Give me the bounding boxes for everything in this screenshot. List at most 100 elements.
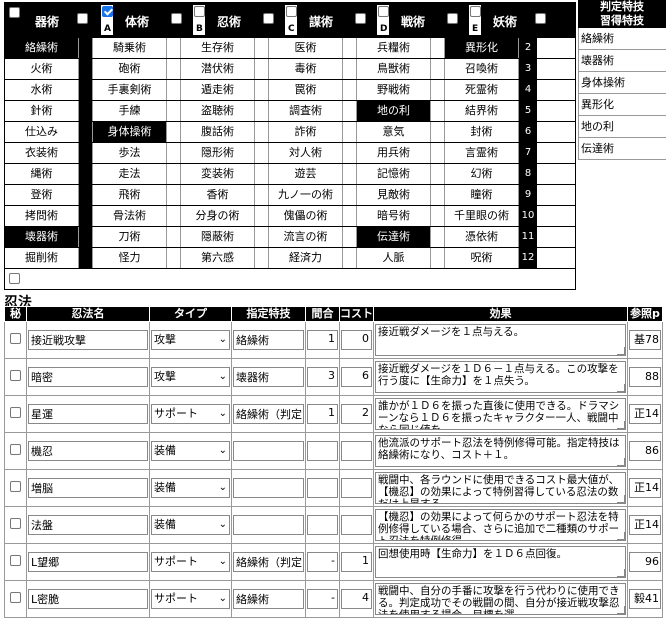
ninpo-ref-input[interactable]: 88 xyxy=(629,367,661,387)
gap-cell[interactable] xyxy=(255,248,269,268)
hidden-checkbox[interactable] xyxy=(10,555,21,566)
ninpo-range-input[interactable]: 1 xyxy=(307,404,338,424)
gap-cell[interactable] xyxy=(255,185,269,205)
skill-cell[interactable]: 召喚術 xyxy=(445,59,519,79)
ninpo-skill-input[interactable] xyxy=(233,478,304,498)
skill-cell[interactable]: 罠術 xyxy=(269,80,343,100)
skill-cell[interactable]: 騎乗術 xyxy=(93,38,167,58)
ninpo-skill-input[interactable]: 絡繰術（判定 xyxy=(233,404,304,424)
skill-cell[interactable]: 見敵術 xyxy=(357,185,431,205)
ninpo-ref-input[interactable]: 基78 xyxy=(629,330,661,350)
ninpo-range-input[interactable]: - xyxy=(307,552,338,572)
gap-d[interactable]: D xyxy=(376,4,390,36)
ninpo-skill-input[interactable]: 絡繰術（判定 xyxy=(233,552,304,572)
gap-cell[interactable] xyxy=(343,248,357,268)
gap-cell[interactable] xyxy=(167,206,181,226)
skill-cell[interactable]: 兵糧術 xyxy=(357,38,431,58)
skill-cell[interactable]: 身体操術 xyxy=(93,122,167,142)
gap-checkbox[interactable] xyxy=(286,6,297,17)
skill-cell[interactable]: 仕込み xyxy=(5,122,79,142)
skill-cell[interactable]: 潜伏術 xyxy=(181,59,255,79)
ninpo-name-input[interactable]: 法盤 xyxy=(28,515,148,535)
skill-cell[interactable]: 変装術 xyxy=(181,164,255,184)
gap-cell[interactable] xyxy=(343,206,357,226)
gap-cell[interactable] xyxy=(343,101,357,121)
category-checkbox[interactable] xyxy=(355,13,366,24)
ninpo-cost-input[interactable]: 2 xyxy=(341,404,372,424)
gap-cell[interactable] xyxy=(343,227,357,247)
gap-cell[interactable] xyxy=(255,122,269,142)
gap-cell[interactable] xyxy=(167,227,181,247)
skill-cell[interactable]: 水術 xyxy=(5,80,79,100)
ninpo-ref-input[interactable]: 正14 xyxy=(629,515,661,535)
hidden-checkbox[interactable] xyxy=(10,592,21,603)
skill-cell[interactable]: 刀術 xyxy=(93,227,167,247)
gap-cell[interactable] xyxy=(79,143,93,163)
category-checkbox[interactable] xyxy=(447,13,458,24)
gap-cell[interactable] xyxy=(79,80,93,100)
gap-cell[interactable] xyxy=(255,101,269,121)
ninpo-effect-textarea[interactable]: 接近戦ダメージを１点与える。 xyxy=(375,324,626,356)
skill-cell[interactable]: 暗号術 xyxy=(357,206,431,226)
gap-cell[interactable] xyxy=(343,80,357,100)
ninpo-name-input[interactable]: L望郷 xyxy=(28,552,148,572)
ninpo-range-input[interactable]: 1 xyxy=(307,330,338,350)
skill-cell[interactable]: 針術 xyxy=(5,101,79,121)
gap-checkbox[interactable] xyxy=(470,6,481,17)
gap-cell[interactable] xyxy=(167,122,181,142)
ninpo-cost-input[interactable]: 1 xyxy=(341,552,372,572)
skill-cell[interactable]: 絡繰術 xyxy=(5,38,79,58)
gap-b[interactable]: B xyxy=(192,4,206,36)
ninpo-name-input[interactable]: 接近戦攻撃 xyxy=(28,330,148,350)
gap-cell[interactable] xyxy=(431,164,445,184)
ninpo-type-select[interactable]: サポート ⌄ xyxy=(151,552,230,572)
skill-cell[interactable]: 詐術 xyxy=(269,122,343,142)
ninpo-range-input[interactable]: 3 xyxy=(307,367,338,387)
ninpo-skill-input[interactable]: 壊器術 xyxy=(233,367,304,387)
resize-grip-icon[interactable] xyxy=(617,569,625,577)
skill-cell[interactable]: 医術 xyxy=(269,38,343,58)
ninpo-range-input[interactable]: - xyxy=(307,589,338,609)
skill-cell[interactable]: 千里眼の術 xyxy=(445,206,519,226)
ninpo-ref-input[interactable]: 96 xyxy=(629,552,661,572)
ninpo-skill-input[interactable]: 絡繰術 xyxy=(233,589,304,609)
ninpo-effect-textarea[interactable]: 誰かが１Ｄ６を振った直後に使用できる。ドラマシーンなら１Ｄ６を振ったキャラクター… xyxy=(375,398,626,430)
skill-cell[interactable]: 拷問術 xyxy=(5,206,79,226)
skill-cell[interactable]: 意気 xyxy=(357,122,431,142)
skill-cell[interactable]: 結界術 xyxy=(445,101,519,121)
skill-cell[interactable]: 九ノ一の術 xyxy=(269,185,343,205)
skill-cell[interactable]: 隠蔽術 xyxy=(181,227,255,247)
ninpo-effect-textarea[interactable]: 戦闘中、自分の手番に攻撃を行う代わりに使用できる。判定成功でその戦闘の間、自分が… xyxy=(375,583,626,615)
skill-cell[interactable]: 幻術 xyxy=(445,164,519,184)
ninpo-name-input[interactable]: 暗密 xyxy=(28,367,148,387)
gap-cell[interactable] xyxy=(167,143,181,163)
skill-cell[interactable]: 遊芸 xyxy=(269,164,343,184)
gap-cell[interactable] xyxy=(343,59,357,79)
resize-grip-icon[interactable] xyxy=(617,495,625,503)
resize-grip-icon[interactable] xyxy=(617,384,625,392)
hidden-checkbox[interactable] xyxy=(10,481,21,492)
footer-checkbox[interactable] xyxy=(9,273,20,284)
ninpo-type-select[interactable]: 装備 ⌄ xyxy=(151,441,230,461)
gap-cell[interactable] xyxy=(343,38,357,58)
gap-cell[interactable] xyxy=(343,185,357,205)
skill-cell[interactable]: 骨法術 xyxy=(93,206,167,226)
ninpo-effect-textarea[interactable]: 【機忍】の効果によって何らかのサポート忍法を特例修得している場合、さらに追加で二… xyxy=(375,509,626,541)
ninpo-name-input[interactable]: 増脳 xyxy=(28,478,148,498)
gap-cell[interactable] xyxy=(343,143,357,163)
ninpo-type-select[interactable]: 装備 ⌄ xyxy=(151,478,230,498)
ninpo-effect-textarea[interactable]: 回想使用時【生命力】を１Ｄ６点回復。 xyxy=(375,546,626,578)
skill-cell[interactable]: 憑依術 xyxy=(445,227,519,247)
skill-cell[interactable]: 生存術 xyxy=(181,38,255,58)
ninpo-cost-input[interactable]: 4 xyxy=(341,589,372,609)
skill-cell[interactable]: 傀儡の術 xyxy=(269,206,343,226)
skill-cell[interactable]: 人脈 xyxy=(357,248,431,268)
ninpo-cost-input[interactable] xyxy=(341,441,372,461)
ninpo-ref-input[interactable]: 毅41 xyxy=(629,589,661,609)
gap-cell[interactable] xyxy=(79,227,93,247)
skill-cell[interactable]: 鳥獣術 xyxy=(357,59,431,79)
skill-cell[interactable]: 呪術 xyxy=(445,248,519,268)
gap-cell[interactable] xyxy=(167,59,181,79)
resize-grip-icon[interactable] xyxy=(617,606,625,614)
gap-cell[interactable] xyxy=(431,101,445,121)
